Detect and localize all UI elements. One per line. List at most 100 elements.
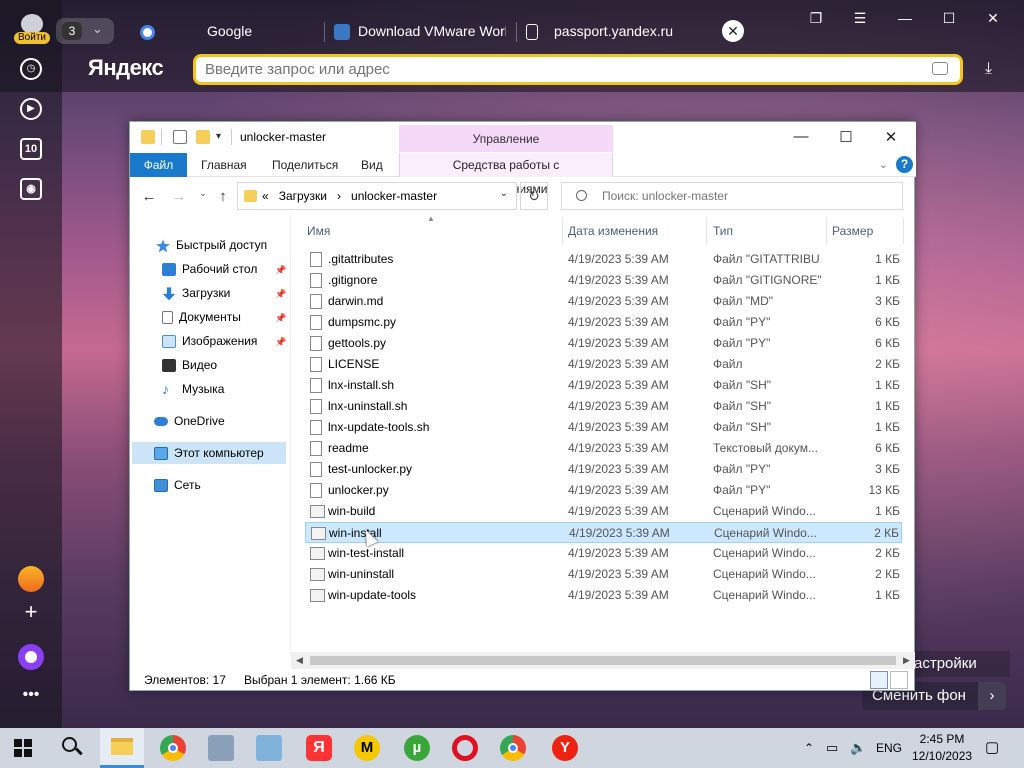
settings-button[interactable]: астройки [910,651,1010,677]
column-separator[interactable] [903,218,904,244]
scroll-right-icon[interactable]: ▶ [898,652,915,669]
forward-icon[interactable]: → [169,188,189,208]
file-row[interactable]: darwin.md 4/19/2023 5:39 AM Файл "MD" 3 КБ [305,291,902,312]
yandex-services-icon[interactable] [18,566,44,592]
file-row[interactable]: .gitattributes 4/19/2023 5:39 AM Файл "GIT… [305,249,902,270]
counter-icon[interactable]: 10 [20,138,42,160]
nav-network[interactable]: Сеть [154,474,201,496]
nav-pictures[interactable]: Изображения [162,330,257,352]
details-view-icon[interactable] [870,671,888,689]
notifications-icon[interactable]: ▢ [985,728,999,768]
opera-icon[interactable] [452,735,478,761]
screenshot-icon[interactable]: ◉ [20,178,42,200]
pane-divider[interactable] [290,214,291,654]
breadcrumb-downloads[interactable]: Загрузки [279,189,327,203]
column-separator[interactable] [706,218,707,244]
file-row[interactable]: lnx-uninstall.sh 4/19/2023 5:39 AM Файл "S… [305,396,902,417]
pin-icon[interactable]: 📌 [275,265,286,276]
file-row[interactable]: lnx-update-tools.sh 4/19/2023 5:39 AM Файл… [305,417,902,438]
properties-icon[interactable] [173,130,187,144]
nav-video[interactable]: Видео [162,354,217,376]
login-button[interactable]: Войти [14,14,50,46]
address-overflow[interactable]: « [262,189,269,203]
download-icon[interactable]: ⤓ [985,60,992,78]
address-bar[interactable]: « Загрузки › unlocker-master ⌄ [237,182,517,210]
recent-locations-icon[interactable]: ⌄ [193,188,213,208]
omnibox[interactable] [193,54,963,85]
pin-icon[interactable]: 📌 [275,313,286,324]
tab-app-tools[interactable]: Средства работы с приложениями [399,153,613,196]
breadcrumb-current[interactable]: unlocker-master [351,189,437,203]
windows-start-icon[interactable] [14,739,32,757]
close-tab-icon[interactable]: ✕ [722,20,744,42]
nav-documents[interactable]: Документы [162,306,241,328]
utorrent-icon[interactable]: µ [404,735,430,761]
tab-passport[interactable]: passport.yandex.ru [526,18,696,44]
expand-ribbon-icon[interactable]: ⌄ [879,158,888,171]
chrome-alt-icon[interactable] [500,735,526,761]
chrome-icon[interactable] [160,735,186,761]
tray-expand-icon[interactable]: ⌃ [804,728,814,768]
alice-assistant-icon[interactable] [18,644,44,670]
tab-view[interactable]: Вид [350,153,394,177]
column-header-type[interactable]: Тип [713,218,733,244]
minimize-icon[interactable]: — [892,10,918,30]
file-row[interactable]: gettools.py 4/19/2023 5:39 AM Файл "PY" 6 К… [305,333,902,354]
file-row[interactable]: win-test-install 4/19/2023 5:39 AM Сценари… [305,543,902,564]
help-icon[interactable]: ? [896,156,913,173]
omnibox-input[interactable] [196,57,896,82]
close-icon[interactable]: ✕ [876,128,906,148]
nav-quick-access[interactable]: Быстрый доступ [156,234,267,256]
tab-google[interactable]: Google [140,18,300,44]
tab-home[interactable]: Главная [190,153,258,177]
file-row[interactable]: test-unlocker.py 4/19/2023 5:39 AM Файл "P… [305,459,902,480]
column-header-date[interactable]: Дата изменения [568,218,658,244]
taskbar-explorer-active[interactable] [100,728,144,768]
file-row[interactable]: win-build 4/19/2023 5:39 AM Сценарий Windo… [305,501,902,522]
file-row[interactable]: win-install 4/19/2023 5:39 AM Сценарий Win… [305,522,902,543]
tab-counter[interactable]: 3 ⌄ [56,18,114,44]
file-row[interactable]: LICENSE 4/19/2023 5:39 AM Файл 2 КБ [305,354,902,375]
clock[interactable]: 2:45 PM 12/10/2023 [912,731,972,765]
scrollbar-thumb[interactable] [310,656,896,665]
computer-app-icon[interactable] [208,735,234,761]
network-tray-icon[interactable]: ▭ [826,728,838,768]
maximize-icon[interactable]: ☐ [831,128,861,148]
chevron-right-icon[interactable]: › [978,682,1006,710]
refresh-icon[interactable]: ↻ [520,182,548,210]
video-play-icon[interactable]: ▶ [20,98,42,120]
torrent-client-icon[interactable]: M [354,735,380,761]
more-icon[interactable]: ••• [20,684,42,706]
column-header-size[interactable]: Размер [832,218,873,244]
column-separator[interactable] [562,218,563,244]
yandex-logo[interactable]: Яндекс [88,55,164,81]
language-indicator[interactable]: ENG [876,728,902,768]
volume-tray-icon[interactable]: 🔈 [850,728,866,768]
yandex-icon[interactable]: Y [552,735,578,761]
file-row[interactable]: unlocker.py 4/19/2023 5:39 AM Файл "PY" 13 … [305,480,902,501]
customize-qa-icon[interactable]: ▾ [216,131,221,142]
file-row[interactable]: dumpsmc.py 4/19/2023 5:39 AM Файл "PY" 6 КБ [305,312,902,333]
nav-this-pc[interactable]: Этот компьютер [132,442,286,464]
file-row[interactable]: win-uninstall 4/19/2023 5:39 AM Сценарий W… [305,564,902,585]
pin-icon[interactable]: 📌 [275,337,286,348]
file-row[interactable]: lnx-install.sh 4/19/2023 5:39 AM Файл "SH"… [305,375,902,396]
column-header-name[interactable]: Имя [307,218,330,244]
history-icon[interactable]: ◷ [20,58,42,80]
minimize-icon[interactable]: — [786,128,816,148]
nav-onedrive[interactable]: OneDrive [154,410,225,432]
nav-music[interactable]: ♪ Музыка [162,378,224,400]
yandex-browser-icon[interactable]: Я [306,735,332,761]
scroll-left-icon[interactable]: ◀ [291,652,308,669]
camera-search-icon[interactable] [932,62,948,75]
file-row[interactable]: win-update-tools 4/19/2023 5:39 AM Сценари… [305,585,902,606]
file-row[interactable]: readme 4/19/2023 5:39 AM Текстовый докум..… [305,438,902,459]
close-icon[interactable]: ✕ [980,10,1006,30]
maximize-icon[interactable]: ☐ [936,10,962,30]
add-icon[interactable]: + [20,601,42,623]
tab-share[interactable]: Поделиться [261,153,349,177]
large-icons-view-icon[interactable] [890,671,908,689]
up-icon[interactable]: ↑ [213,188,233,208]
address-dropdown-icon[interactable]: ⌄ [500,188,508,199]
menu-icon[interactable]: ☰ [847,10,873,30]
